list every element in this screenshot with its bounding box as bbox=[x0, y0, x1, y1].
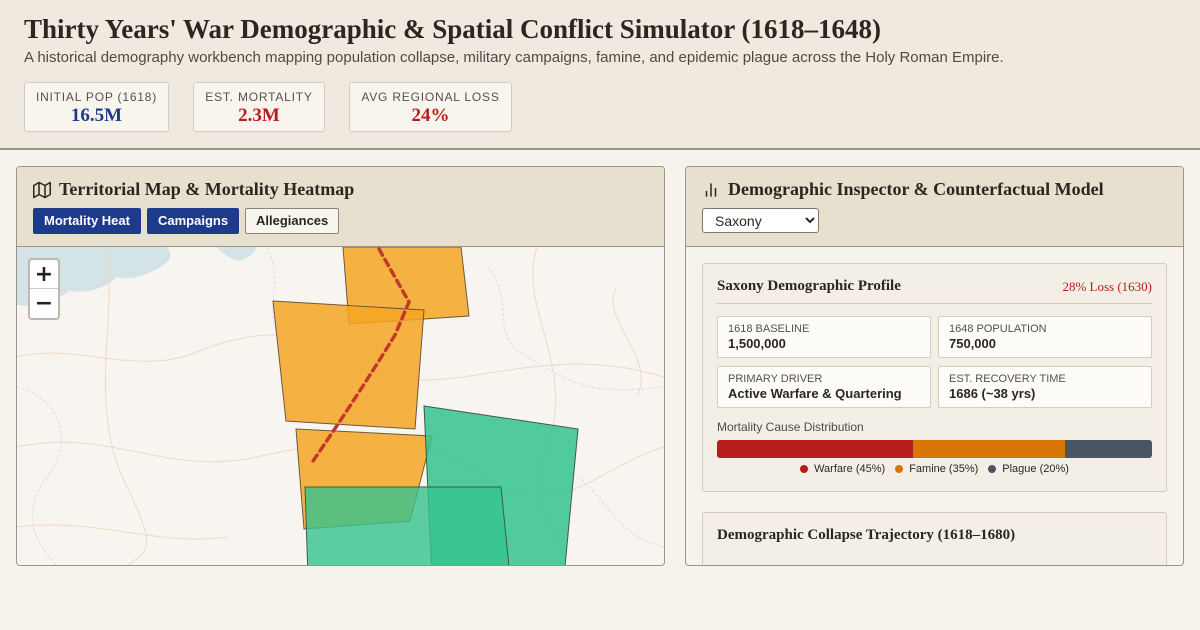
legend-item: Warfare (45%) bbox=[800, 463, 885, 475]
distribution-legend: Warfare (45%) Famine (35%) Plague (20%) bbox=[703, 463, 1166, 476]
trajectory-title: Demographic Collapse Trajectory (1618–16… bbox=[717, 527, 1016, 543]
territorial-map[interactable]: + − bbox=[17, 247, 664, 565]
legend-label: Plague (20%) bbox=[1002, 463, 1069, 475]
distribution-segment bbox=[717, 440, 913, 458]
metric-label: 1648 Population bbox=[949, 323, 1047, 335]
layer-campaigns-button[interactable]: Campaigns bbox=[147, 208, 240, 234]
map-icon bbox=[33, 181, 51, 199]
map-canvas bbox=[17, 247, 664, 565]
stat-label: AVG REGIONAL LOSS bbox=[361, 90, 500, 104]
app-header: Thirty Years' War Demographic & Spatial … bbox=[0, 0, 1200, 150]
demographic-profile-card: Saxony Demographic Profile 28% Loss (163… bbox=[702, 263, 1167, 492]
map-panel-header: Territorial Map & Mortality Heatmap Mort… bbox=[17, 167, 664, 247]
distribution-title: Mortality Cause Distribution bbox=[717, 420, 864, 434]
legend-label: Famine (35%) bbox=[909, 463, 979, 475]
layer-allegiances-button[interactable]: Allegiances bbox=[245, 208, 340, 234]
zoom-in-button[interactable]: + bbox=[30, 260, 58, 289]
legend-dot bbox=[988, 465, 997, 473]
inspector-panel-title-text: Demographic Inspector & Counterfactual M… bbox=[728, 179, 1104, 199]
page-subtitle: A historical demography workbench mappin… bbox=[24, 49, 1004, 66]
metric-1648-population: 1648 Population 750,000 bbox=[938, 316, 1152, 358]
metric-baseline: 1618 Baseline 1,500,000 bbox=[717, 316, 931, 358]
inspector-panel-title: Demographic Inspector & Counterfactual M… bbox=[702, 179, 1104, 200]
zoom-control: + − bbox=[28, 258, 60, 320]
metric-value: Active Warfare & Quartering bbox=[728, 386, 902, 401]
metric-label: Primary Driver bbox=[728, 373, 823, 385]
stat-mortality: EST. MORTALITY 2.3M bbox=[193, 82, 325, 132]
bar-chart-icon bbox=[702, 181, 720, 199]
stat-avg-loss: AVG REGIONAL LOSS 24% bbox=[349, 82, 512, 132]
page-title: Thirty Years' War Demographic & Spatial … bbox=[24, 14, 881, 44]
map-panel-title-text: Territorial Map & Mortality Heatmap bbox=[59, 179, 355, 199]
legend-dot bbox=[895, 465, 904, 473]
metric-value: 1686 (~38 yrs) bbox=[949, 386, 1036, 401]
metric-label: 1618 Baseline bbox=[728, 323, 810, 335]
metric-value: 1,500,000 bbox=[728, 336, 786, 351]
stat-value: 2.3M bbox=[238, 105, 280, 126]
stat-initial-pop: INITIAL POP (1618) 16.5M bbox=[24, 82, 169, 132]
plague-zone-bavaria bbox=[304, 486, 510, 565]
zoom-out-button[interactable]: − bbox=[30, 289, 58, 318]
inspector-panel-header: Demographic Inspector & Counterfactual M… bbox=[686, 167, 1183, 247]
legend-item: Plague (20%) bbox=[988, 463, 1069, 475]
card-divider bbox=[717, 303, 1152, 304]
stat-label: INITIAL POP (1618) bbox=[35, 90, 158, 104]
trajectory-card: Demographic Collapse Trajectory (1618–16… bbox=[702, 512, 1167, 565]
profile-title: Saxony Demographic Profile bbox=[717, 278, 901, 294]
metric-value: 750,000 bbox=[949, 336, 996, 351]
distribution-segment bbox=[1065, 440, 1152, 458]
loss-badge: 28% Loss (1630) bbox=[1062, 279, 1152, 294]
map-panel: Territorial Map & Mortality Heatmap Mort… bbox=[16, 166, 665, 566]
legend-item: Famine (35%) bbox=[895, 463, 978, 475]
metric-primary-driver: Primary Driver Active Warfare & Quarteri… bbox=[717, 366, 931, 408]
layer-mortality-heat-button[interactable]: Mortality Heat bbox=[33, 208, 141, 234]
legend-label: Warfare (45%) bbox=[814, 463, 886, 475]
metric-recovery-time: Est. Recovery Time 1686 (~38 yrs) bbox=[938, 366, 1152, 408]
stat-value: 24% bbox=[411, 105, 450, 126]
stat-value: 16.5M bbox=[70, 105, 123, 126]
region-select[interactable]: Saxony bbox=[702, 208, 819, 233]
mortality-distribution-bar bbox=[717, 440, 1152, 458]
metric-label: Est. Recovery Time bbox=[949, 373, 1066, 385]
inspector-panel: Demographic Inspector & Counterfactual M… bbox=[685, 166, 1184, 566]
map-panel-title: Territorial Map & Mortality Heatmap bbox=[33, 179, 354, 200]
distribution-segment bbox=[912, 440, 1065, 458]
legend-dot bbox=[800, 465, 809, 473]
stat-label: EST. MORTALITY bbox=[205, 90, 313, 104]
sea-area bbox=[217, 247, 257, 261]
